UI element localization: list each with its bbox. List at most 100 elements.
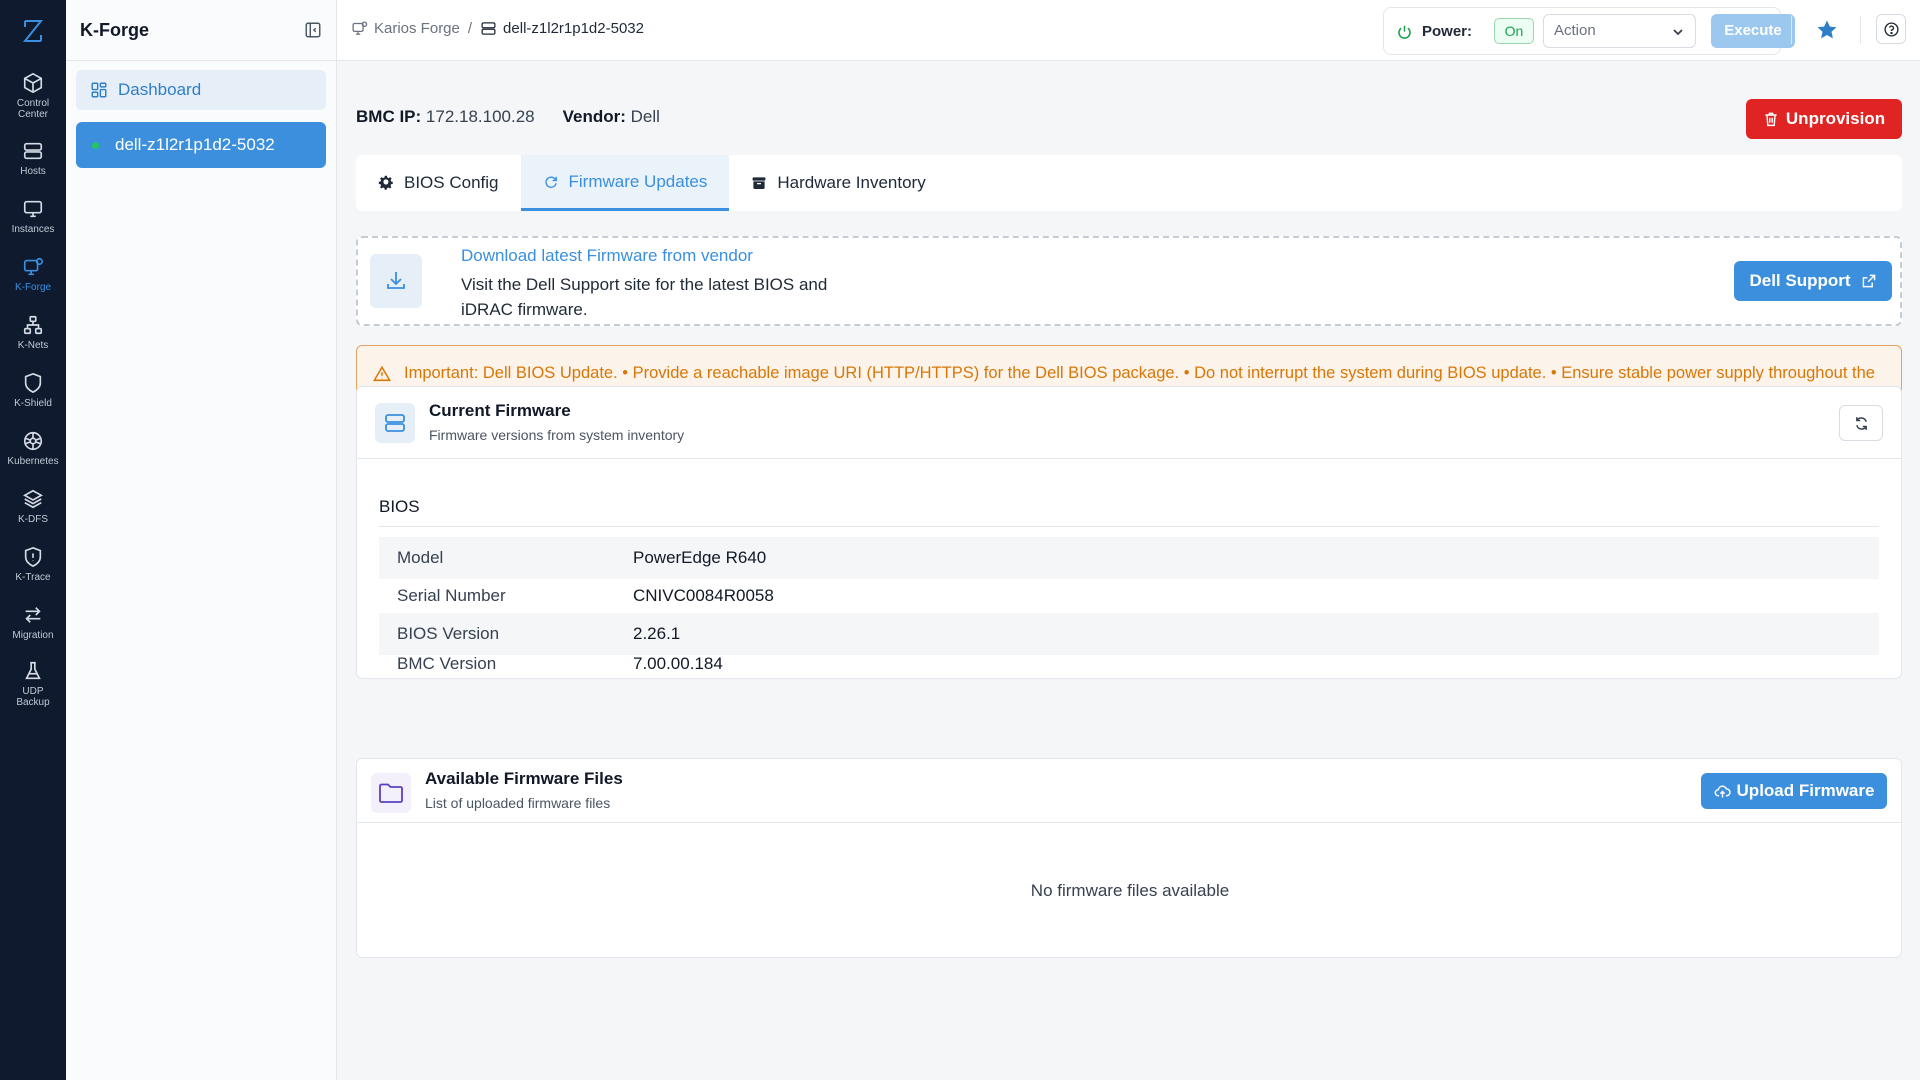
rail-item-k-dfs[interactable]: K-DFS (0, 488, 66, 525)
server-icon (481, 22, 496, 35)
rail-item-k-shield[interactable]: K-Shield (0, 372, 66, 409)
card-header: Current Firmware Firmware versions from … (357, 387, 1901, 459)
divider (1791, 16, 1792, 44)
breadcrumb-root[interactable]: Karios Forge (374, 20, 460, 37)
tab-label: Firmware Updates (568, 171, 708, 191)
download-firmware-panel: Download latest Firmware from vendor Vis… (356, 236, 1902, 326)
rail-item-k-nets[interactable]: K-Nets (0, 314, 66, 351)
collapse-sidebar-icon[interactable] (304, 21, 322, 39)
table-row: Serial Number CNIVC0084R0058 (379, 575, 1879, 617)
breadcrumb-separator: / (467, 20, 473, 37)
host-info: BMC IP: 172.18.100.28 Vendor: Dell (356, 107, 660, 127)
rail-label: Hosts (20, 166, 46, 177)
current-firmware-card: Current Firmware Firmware versions from … (356, 386, 1902, 679)
rail-label: K-Trace (15, 572, 51, 583)
dell-support-button[interactable]: Dell Support (1734, 261, 1892, 301)
dashboard-grid-icon (91, 82, 107, 98)
nav-dashboard[interactable]: Dashboard (76, 70, 326, 110)
available-firmware-card: Available Firmware Files List of uploade… (356, 758, 1902, 958)
download-title[interactable]: Download latest Firmware from vendor (461, 246, 753, 266)
nav-host-label: dell-z1l2r1p1d2-5032 (115, 135, 275, 154)
trash-icon (1765, 112, 1777, 127)
bios-section-label: BIOS (379, 497, 420, 516)
nav-dashboard-label: Dashboard (118, 80, 202, 99)
breadcrumb-current-label: dell-z1l2r1p1d2-5032 (503, 20, 644, 37)
unprovision-label: Unprovision (1785, 109, 1886, 128)
rail-item-k-trace[interactable]: K-Trace (0, 546, 66, 583)
app-rail: Control Center Hosts Instances K-Forge K… (0, 0, 66, 1080)
help-icon (1883, 21, 1899, 37)
gear-icon (378, 175, 393, 190)
app-logo-icon[interactable] (20, 18, 46, 44)
power-control: Power: On Action Execute (1383, 7, 1795, 55)
server-icon (23, 142, 43, 160)
nav-host-item[interactable]: dell-z1l2r1p1d2-5032 (76, 122, 326, 168)
row-key: BMC Version (397, 654, 497, 673)
action-select-placeholder: Action (1554, 22, 1596, 39)
card-subtitle: List of uploaded firmware files (425, 795, 611, 811)
cube-icon (23, 72, 43, 94)
card-subtitle: Firmware versions from system inventory (429, 427, 685, 443)
rail-label: Kubernetes (7, 456, 59, 467)
unprovision-button[interactable]: Unprovision (1746, 99, 1902, 139)
rail-item-k-forge[interactable]: K-Forge (0, 256, 66, 293)
refresh-icon (1855, 416, 1867, 430)
power-status-badge: On (1494, 18, 1534, 44)
forge-icon (352, 21, 368, 35)
tab-firmware-updates[interactable]: Firmware Updates (520, 155, 730, 211)
panel-header: K-Forge (66, 0, 336, 61)
bmc-ip-value: 172.18.100.28 (425, 107, 535, 126)
shield-icon (24, 372, 42, 394)
layers-icon (23, 489, 43, 509)
flask-icon (25, 661, 41, 680)
bmc-ip-label: BMC IP: (356, 107, 422, 126)
arrows-icon (25, 607, 41, 623)
tab-label: BIOS Config (404, 173, 499, 192)
row-key: Model (397, 548, 444, 567)
download-description: Visit the Dell Support site for the late… (461, 275, 828, 319)
status-dot (92, 141, 99, 149)
cloud-upload-icon (1714, 785, 1731, 797)
vendor-label: Vendor: (562, 107, 626, 126)
rail-item-kubernetes[interactable]: Kubernetes (0, 430, 66, 467)
monitor-icon (23, 200, 43, 218)
rail-label: UDP Backup (16, 686, 50, 708)
download-icon (370, 254, 422, 308)
external-link-icon (1862, 274, 1875, 288)
rail-label: Instances (11, 224, 55, 235)
rail-item-control-center[interactable]: Control Center (0, 72, 66, 120)
divider (379, 526, 1879, 527)
row-value: CNIVC0084R0058 (633, 586, 774, 605)
row-value: 7.00.00.184 (633, 654, 723, 673)
rail-label: K-Forge (14, 282, 52, 293)
forge-icon (23, 257, 43, 276)
upload-firmware-button[interactable]: Upload Firmware (1701, 773, 1887, 809)
tab-bar: BIOS Config Firmware Updates Hardware In… (356, 155, 1902, 211)
empty-state: No firmware files available (1030, 881, 1230, 900)
row-value: PowerEdge R640 (633, 548, 767, 567)
rail-label: Control Center (16, 98, 50, 120)
refresh-button[interactable] (1839, 405, 1883, 441)
rail-item-udp-backup[interactable]: UDP Backup (0, 660, 66, 708)
rail-item-hosts[interactable]: Hosts (0, 140, 66, 177)
row-key: Serial Number (397, 586, 506, 605)
rail-item-migration[interactable]: Migration (0, 604, 66, 641)
action-select[interactable]: Action (1543, 14, 1696, 48)
table-row: BIOS Version 2.26.1 (379, 613, 1879, 655)
card-title: Current Firmware (429, 401, 571, 420)
table-row: BMC Version 7.00.00.184 (379, 651, 1879, 677)
rail-item-instances[interactable]: Instances (0, 198, 66, 235)
dell-support-label: Dell Support (1749, 271, 1851, 290)
breadcrumb-current: dell-z1l2r1p1d2-5032 (480, 20, 644, 37)
star-icon[interactable] (1815, 18, 1839, 42)
rail-label: K-DFS (18, 514, 48, 525)
divider (1860, 16, 1861, 44)
archive-icon (752, 177, 766, 189)
execute-button[interactable]: Execute (1711, 14, 1795, 48)
refresh-circle-icon (544, 176, 557, 188)
folder-icon (371, 773, 411, 813)
tab-bios-config[interactable]: BIOS Config (356, 155, 521, 211)
help-button[interactable] (1876, 14, 1906, 44)
rail-label: Migration (12, 630, 54, 641)
tab-hardware-inventory[interactable]: Hardware Inventory (729, 155, 947, 211)
